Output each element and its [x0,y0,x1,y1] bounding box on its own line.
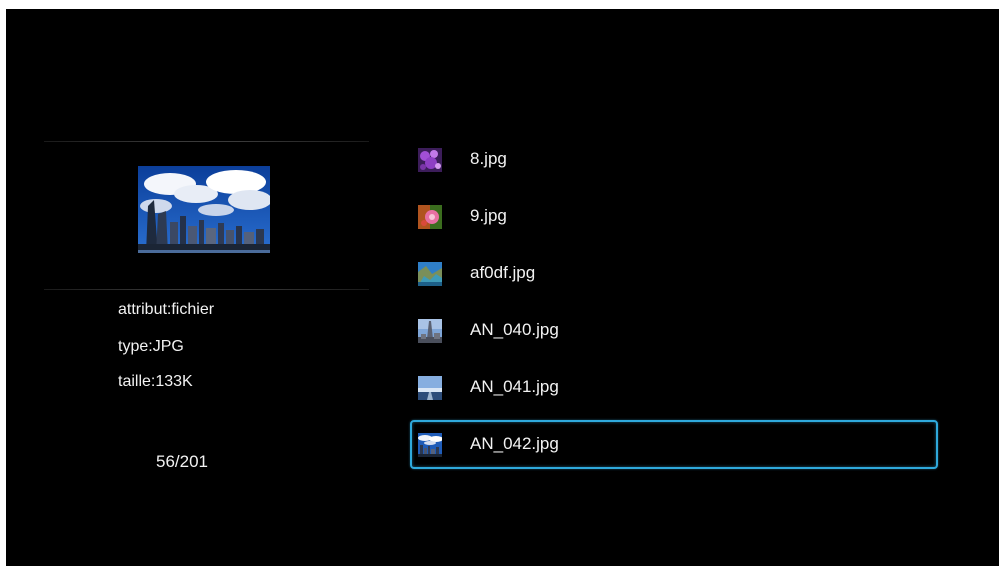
file-size-label: taille:133K [118,373,193,390]
file-name: AN_041.jpg [470,377,559,396]
tower-sky-thumbnail [418,319,442,343]
purple-flowers-thumbnail [418,148,442,172]
file-position-counter: 56/201 [156,452,208,471]
media-browser-screen: attribut:fichier type:JPG taille:133K 56… [6,9,999,566]
file-list-item[interactable]: AN_040.jpg [410,306,938,355]
file-info-panel: attribut:fichier type:JPG taille:133K 56… [44,141,369,501]
file-list-item[interactable]: 9.jpg [410,192,938,241]
file-name: 9.jpg [470,206,507,225]
landscape-thumbnail [418,262,442,286]
file-list-item[interactable]: af0df.jpg [410,249,938,298]
file-list-item-selected[interactable]: AN_042.jpg [410,420,938,469]
file-attribute-label: attribut:fichier [118,301,215,318]
divider [44,289,369,290]
file-name: af0df.jpg [470,263,536,282]
pink-flower-thumbnail [418,205,442,229]
file-name: 8.jpg [470,149,507,168]
file-name: AN_040.jpg [470,320,559,339]
image-preview [138,166,270,253]
divider [44,141,369,142]
city-skyline-thumbnail [418,433,442,457]
file-name: AN_042.jpg [470,434,559,453]
file-list: 8.jpg 9.jpg af0df.jpg AN_040.jpg AN_041.… [410,131,942,476]
file-type-label: type:JPG [118,338,184,355]
file-list-item[interactable]: 8.jpg [410,135,938,184]
road-sky-thumbnail [418,376,442,400]
file-list-item[interactable]: AN_041.jpg [410,363,938,412]
